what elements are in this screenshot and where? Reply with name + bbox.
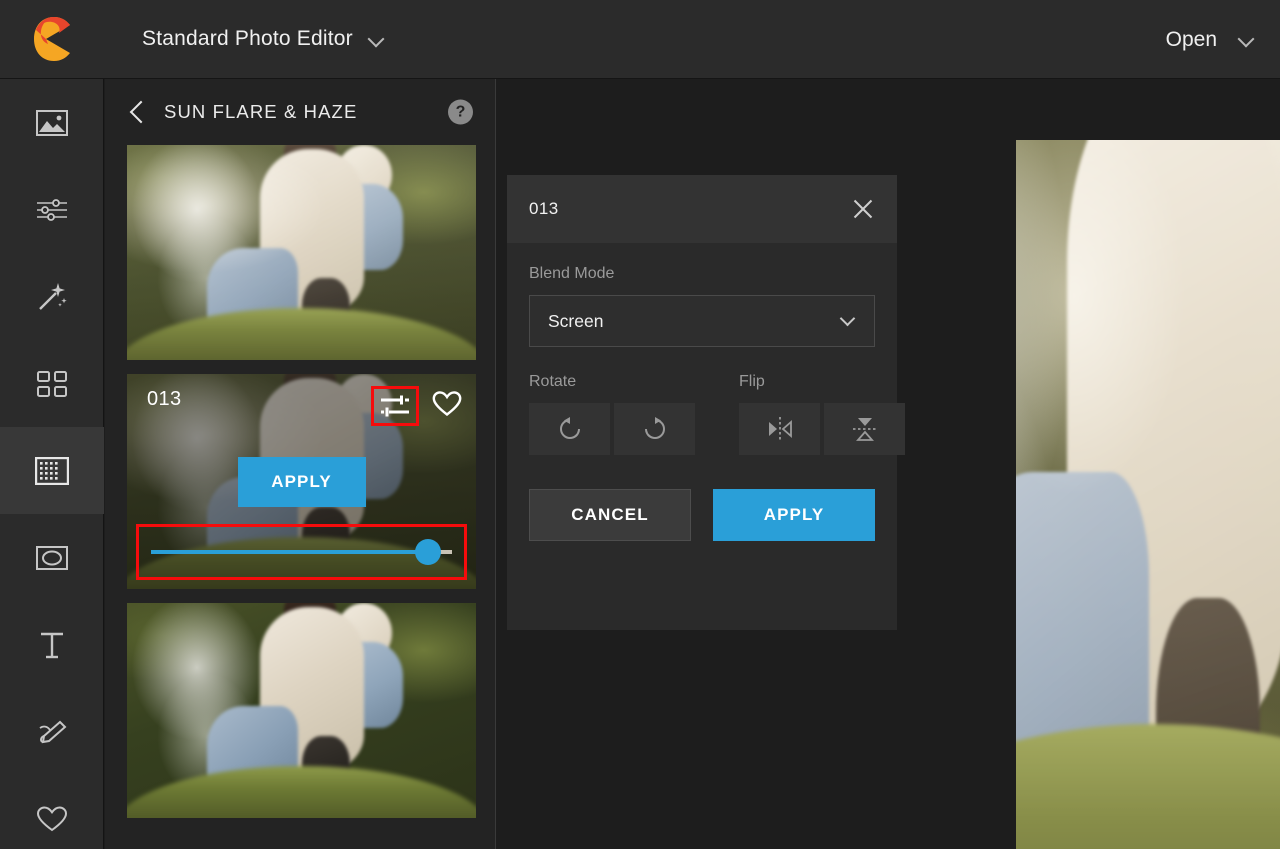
list-item-selected[interactable]: 013 (127, 374, 476, 589)
thumbnail-actions (371, 386, 462, 426)
apply-button[interactable]: APPLY (713, 489, 875, 541)
list-item[interactable] (127, 603, 476, 818)
thumbnail-list: 013 (105, 145, 495, 818)
sliders-settings-icon (380, 393, 410, 419)
app-title-dropdown[interactable]: Standard Photo Editor (142, 27, 384, 51)
sidebar-item-favorites[interactable] (0, 775, 104, 849)
sidebar-item-overlays[interactable] (0, 340, 104, 427)
heart-icon (36, 805, 68, 833)
presets-panel: SUN FLARE & HAZE ? 013 (105, 79, 496, 849)
opacity-slider-fill (151, 550, 428, 554)
open-label: Open (1166, 28, 1217, 52)
sun-flare-haze-overlay (1016, 140, 1280, 849)
blend-mode-select[interactable]: Screen (529, 295, 875, 347)
left-toolbar (0, 79, 104, 849)
sidebar-item-frames[interactable] (0, 514, 104, 601)
flip-horizontal-button[interactable] (739, 403, 820, 455)
list-item[interactable] (127, 145, 476, 360)
caesium-logo-icon (34, 17, 70, 61)
sidebar-item-adjust[interactable] (0, 166, 104, 253)
app-title: Standard Photo Editor (142, 27, 353, 51)
magic-wand-icon (36, 281, 68, 313)
flip-vertical-button[interactable] (824, 403, 905, 455)
rotate-left-icon (557, 416, 583, 442)
rotate-flip-row: Rotate (529, 373, 875, 455)
grid-icon (37, 371, 67, 397)
sidebar-item-textures[interactable] (0, 427, 104, 514)
page-title: SUN FLARE & HAZE (164, 101, 357, 123)
blend-mode-value: Screen (548, 311, 603, 332)
sidebar-item-effects[interactable] (0, 253, 104, 340)
photo-editor-app: Standard Photo Editor Open (0, 0, 1280, 849)
chevron-down-icon (1239, 32, 1254, 47)
image-icon (36, 110, 68, 136)
preset-number: 013 (147, 388, 182, 411)
dialog-body: Blend Mode Screen Rotate (507, 243, 897, 563)
flip-vertical-icon (852, 415, 878, 443)
opacity-slider-knob[interactable] (415, 539, 441, 565)
sidebar-item-image[interactable] (0, 79, 104, 166)
cancel-button[interactable]: CANCEL (529, 489, 691, 541)
chevron-left-icon[interactable] (127, 99, 149, 125)
rotate-clockwise-button[interactable] (614, 403, 695, 455)
chevron-down-icon (841, 312, 856, 327)
preset-thumbnail-image (127, 603, 476, 818)
rotate-counter-clockwise-button[interactable] (529, 403, 610, 455)
app-header: Standard Photo Editor Open (0, 0, 1280, 79)
blend-mode-label: Blend Mode (529, 265, 875, 283)
preview-image[interactable] (1016, 140, 1280, 849)
texture-settings-dialog: 013 Blend Mode Screen Rotate (507, 175, 897, 630)
brush-icon (36, 719, 68, 745)
preset-thumbnail-image (127, 145, 476, 360)
flip-label: Flip (739, 373, 905, 391)
rotate-label: Rotate (529, 373, 695, 391)
flip-horizontal-icon (766, 416, 794, 442)
text-icon (38, 630, 66, 660)
panel-header: SUN FLARE & HAZE ? (105, 79, 495, 145)
close-icon[interactable] (851, 197, 875, 221)
flip-group: Flip (739, 373, 905, 455)
open-button[interactable]: Open (1166, 0, 1254, 79)
rotate-right-icon (642, 416, 668, 442)
heart-outline-icon[interactable] (432, 390, 462, 422)
vignette-icon (36, 546, 68, 570)
sliders-icon (36, 199, 68, 221)
opacity-slider-track[interactable] (151, 550, 452, 554)
dialog-header: 013 (507, 175, 897, 243)
settings-icon-highlight[interactable] (371, 386, 419, 426)
dialog-actions: CANCEL APPLY (529, 489, 875, 541)
question-mark-icon[interactable]: ? (448, 100, 473, 125)
chevron-down-icon (369, 32, 384, 47)
sidebar-item-draw[interactable] (0, 688, 104, 775)
rotate-group: Rotate (529, 373, 695, 455)
apply-button-overlay[interactable]: APPLY (238, 457, 366, 507)
texture-icon (35, 457, 69, 485)
opacity-slider-highlight[interactable] (136, 524, 467, 580)
sidebar-item-text[interactable] (0, 601, 104, 688)
app-logo (0, 0, 104, 79)
dialog-title: 013 (529, 199, 559, 219)
